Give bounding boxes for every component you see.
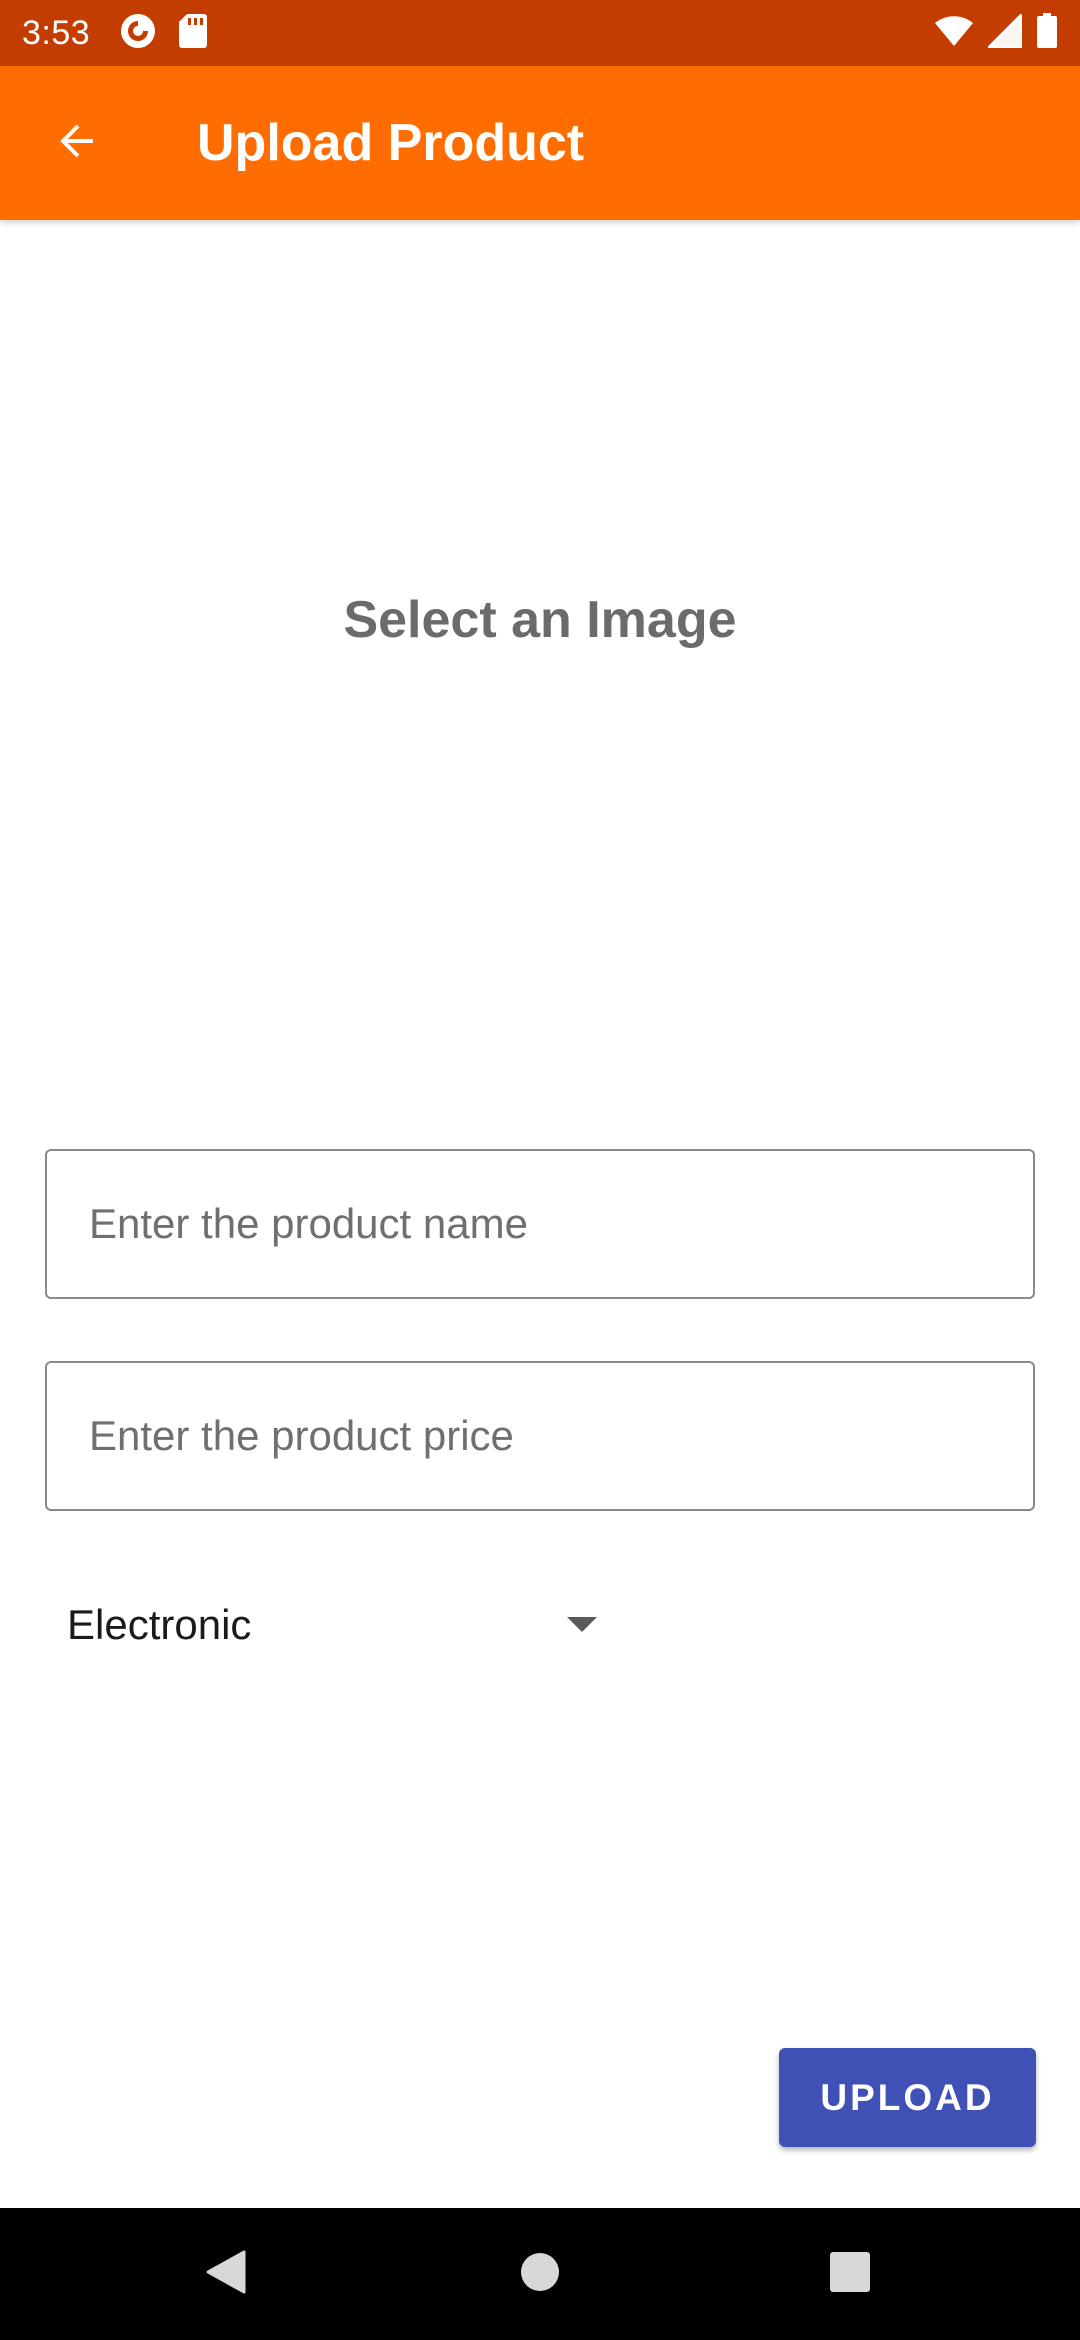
nav-back-button[interactable] [190,2238,262,2310]
nav-home-icon [519,2251,561,2298]
status-time: 3:53 [22,13,91,52]
pocket-casts-icon [120,13,156,54]
app-bar: Upload Product [0,66,1080,220]
battery-icon [1036,12,1058,54]
product-price-field-container [45,1361,1035,1511]
arrow-back-icon [53,117,101,170]
nav-back-icon [204,2248,248,2301]
image-picker[interactable]: Select an Image [0,220,1080,1140]
status-bar: 3:53 [0,0,1080,66]
product-name-input[interactable] [89,1200,1033,1248]
system-nav-bar [0,2208,1080,2340]
status-right-icons [934,11,1058,54]
cell-signal-icon [985,11,1023,53]
dropdown-arrow-icon [566,1616,598,1639]
sd-card-icon [178,13,208,54]
category-selected-value: Electronic [67,1601,252,1648]
nav-home-button[interactable] [504,2238,576,2310]
wifi-icon [934,14,974,53]
product-name-field-container [45,1149,1035,1299]
status-left-icons [120,13,208,54]
nav-recents-button[interactable] [814,2238,886,2310]
product-price-input[interactable] [89,1412,1033,1460]
category-spinner[interactable]: Electronic [45,1570,630,1680]
page-title: Upload Product [197,114,585,172]
image-picker-label: Select an Image [343,591,737,649]
back-button[interactable] [22,88,132,198]
upload-button[interactable]: UPLOAD [779,2048,1036,2147]
nav-recents-icon [829,2251,871,2298]
